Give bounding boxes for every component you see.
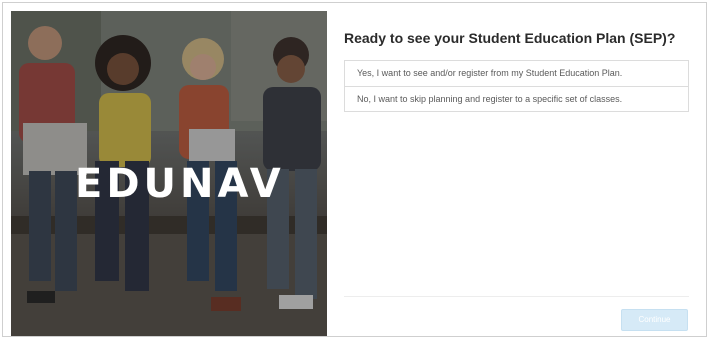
option-yes-view-sep[interactable]: Yes, I want to see and/or register from …: [345, 61, 688, 86]
sep-question-title: Ready to see your Student Education Plan…: [344, 30, 676, 46]
edunav-logo-text: EDUNAV: [75, 161, 285, 207]
continue-button[interactable]: Continue: [621, 309, 688, 331]
edunav-logo: EDUNAV: [75, 161, 285, 207]
option-no-skip-planning[interactable]: No, I want to skip planning and register…: [345, 86, 688, 111]
hero-photo: EDUNAV: [11, 11, 327, 336]
sep-options-list: Yes, I want to see and/or register from …: [344, 60, 689, 112]
sep-question-panel: Ready to see your Student Education Plan…: [327, 11, 699, 336]
footer-divider: [344, 296, 689, 297]
sep-dialog: EDUNAV Ready to see your Student Educati…: [2, 2, 707, 337]
